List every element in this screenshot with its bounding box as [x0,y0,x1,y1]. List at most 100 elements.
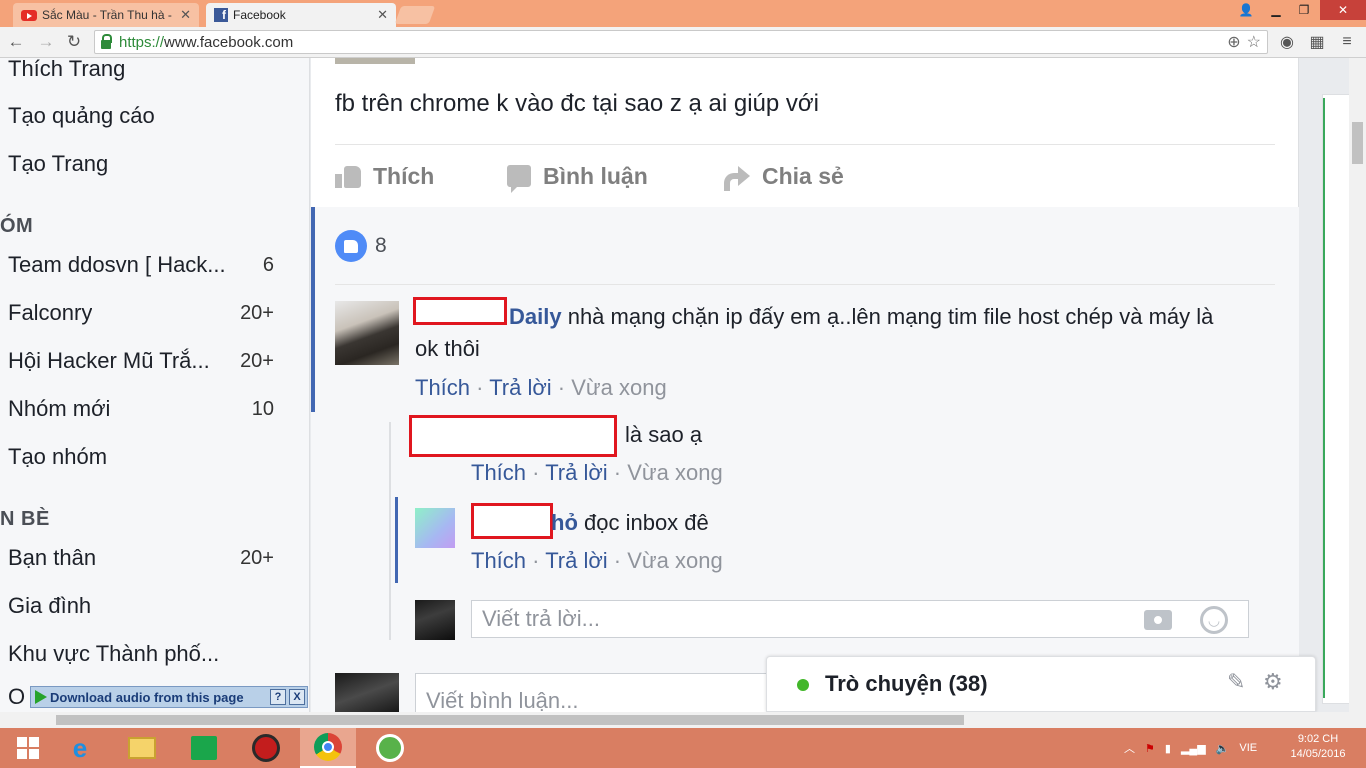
chat-tab[interactable]: Trò chuyện (38) ✎ ⚙ [766,656,1316,712]
like-label: Thích [373,162,435,189]
language-indicator[interactable]: VIE [1239,742,1257,754]
reply-reply-link[interactable]: Trả lời [545,460,608,485]
reply-like-link[interactable]: Thích [471,548,526,573]
volume-icon[interactable]: 🔈 [1216,742,1230,755]
comment-button[interactable]: Bình luận [507,158,648,194]
like-button[interactable]: Thích [335,158,434,194]
download-audio-bar[interactable]: Download audio from this page ? X [30,686,308,708]
battery-icon[interactable]: ▮ [1165,742,1171,755]
reply-timestamp[interactable]: Vừa xong [627,548,722,573]
extension-globe-icon[interactable]: ◉ [1276,31,1298,53]
minimize-button[interactable]: ▁ [1262,0,1290,20]
reply-input[interactable]: Viết trả lời... ◡ [471,600,1249,638]
sidebar-item-cut-off[interactable]: O [8,684,25,710]
extension-grid-icon[interactable]: ▦ [1306,31,1328,53]
camera-icon[interactable] [1144,610,1172,630]
close-tab-icon[interactable]: ✕ [377,7,388,23]
comment-input[interactable]: Viết bình luận... [415,673,795,712]
reply-text: là sao ạ [625,422,703,447]
current-user-avatar [415,600,455,640]
vertical-scrollbar[interactable] [1349,58,1366,712]
tab-facebook[interactable]: f Facebook ✕ [206,3,396,27]
sidebar-item-group[interactable]: Falconry 20+ [8,298,274,328]
internet-explorer-icon[interactable]: e [52,728,108,768]
restore-button[interactable]: ❐ [1290,0,1318,20]
comment-like-link[interactable]: Thích [415,375,470,400]
vertical-scrollbar-thumb[interactable] [1352,122,1363,164]
tab-title: Sắc Màu - Trần Thu hà - Y [42,8,176,22]
sidebar-item-group[interactable]: Team ddosvn [ Hack... 6 [8,250,274,280]
redacted-name [409,415,617,457]
sidebar-item-label: Thích Trang [8,58,126,81]
commenter-avatar[interactable] [335,301,399,365]
start-button[interactable] [0,728,56,768]
browser-titlebar: Sắc Màu - Trần Thu hà - Y ✕ f Facebook ✕… [0,0,1366,27]
profile-icon[interactable]: 👤 [1234,0,1258,20]
sidebar-item-create-ad[interactable]: Tạo quảng cáo [8,101,274,131]
new-tab-button[interactable] [394,6,436,24]
play-icon [35,690,47,704]
chat-title: Trò chuyện (38) [825,671,988,696]
horizontal-scrollbar-thumb[interactable] [56,715,964,725]
commenter-name[interactable]: Daily [509,304,562,329]
clock[interactable]: 9:02 CH 14/05/2016 [1278,732,1358,762]
coccoc-browser-icon[interactable] [362,728,418,768]
sidebar-item-label: Team ddosvn [ Hack... [8,252,226,277]
comment-timestamp[interactable]: Vừa xong [571,375,666,400]
sidebar-item-create-group[interactable]: Tạo nhóm [8,442,274,472]
menu-icon[interactable]: ≡ [1336,31,1358,53]
comment-reply-link[interactable]: Trả lời [489,375,552,400]
url-host: www.facebook.com [164,33,294,51]
security-app-icon[interactable] [238,728,294,768]
network-flag-icon[interactable]: ⚑ [1145,742,1155,755]
reload-button[interactable]: ↻ [62,30,86,54]
share-arrow-icon [722,166,750,191]
help-button[interactable]: ? [270,689,286,705]
active-reply-indicator [395,497,398,583]
sidebar-item-friend-list[interactable]: Gia đình [8,591,274,621]
browser-toolbar: ← → ↻ https://www.facebook.com ⊕ ☆ ◉ ▦ ≡ [0,27,1366,58]
back-button[interactable]: ← [4,30,28,54]
download-audio-label[interactable]: Download audio from this page [50,690,244,705]
reply-thread-line [389,422,391,640]
sidebar-item-friend-list[interactable]: Bạn thân 20+ [8,543,274,573]
sidebar-item-group[interactable]: Nhóm mới 10 [8,394,274,424]
sidebar-item-friend-list[interactable]: Khu vực Thành phố... [8,639,274,669]
signal-icon[interactable]: ▂▄▆ [1181,742,1206,755]
share-button[interactable]: Chia sẻ [722,158,844,194]
address-bar[interactable]: https://www.facebook.com ⊕ ☆ [94,30,1268,54]
divider [335,284,1275,285]
left-sidebar: Thích Trang Tạo quảng cáo Tạo Trang ÓM T… [0,58,310,712]
sidebar-item-group[interactable]: Hội Hacker Mũ Trắ... 20+ [8,346,274,376]
sidebar-item-create-page[interactable]: Tạo Trang [8,149,274,179]
reply-reply-link[interactable]: Trả lời [545,548,608,573]
forward-button[interactable]: → [34,30,58,54]
comment-placeholder: Viết bình luận... [426,688,579,712]
show-hidden-icons-icon[interactable]: ︿ [1124,740,1135,756]
bookmark-star-icon[interactable]: ☆ [1247,32,1261,52]
file-explorer-icon[interactable] [114,728,170,768]
close-window-button[interactable]: ✕ [1320,0,1366,20]
horizontal-scrollbar[interactable] [0,712,1366,728]
online-status-icon [797,679,809,691]
tab-youtube[interactable]: Sắc Màu - Trần Thu hà - Y ✕ [13,3,199,27]
emoji-icon[interactable]: ◡ [1200,606,1228,634]
url-scheme: https:// [119,33,165,51]
store-icon[interactable] [176,728,232,768]
like-reaction-icon[interactable] [335,230,367,262]
close-tab-icon[interactable]: ✕ [180,7,191,23]
zoom-icon[interactable]: ⊕ [1227,32,1240,52]
reply-author-name[interactable]: hỏ [551,510,578,535]
reply-timestamp[interactable]: Vừa xong [627,460,722,485]
reply-like-link[interactable]: Thích [471,460,526,485]
sidebar-item-like-pages[interactable]: Thích Trang [8,58,274,84]
like-count[interactable]: 8 [375,234,387,258]
reply-avatar[interactable] [415,508,455,548]
sidebar-item-label: Tạo Trang [8,151,109,176]
share-label: Chia sẻ [762,162,844,189]
close-download-bar-button[interactable]: X [289,689,305,705]
sidebar-item-label: Nhóm mới [8,396,111,421]
chrome-icon[interactable] [300,728,356,768]
gear-icon[interactable]: ⚙ [1263,669,1283,695]
new-message-icon[interactable]: ✎ [1227,669,1245,695]
